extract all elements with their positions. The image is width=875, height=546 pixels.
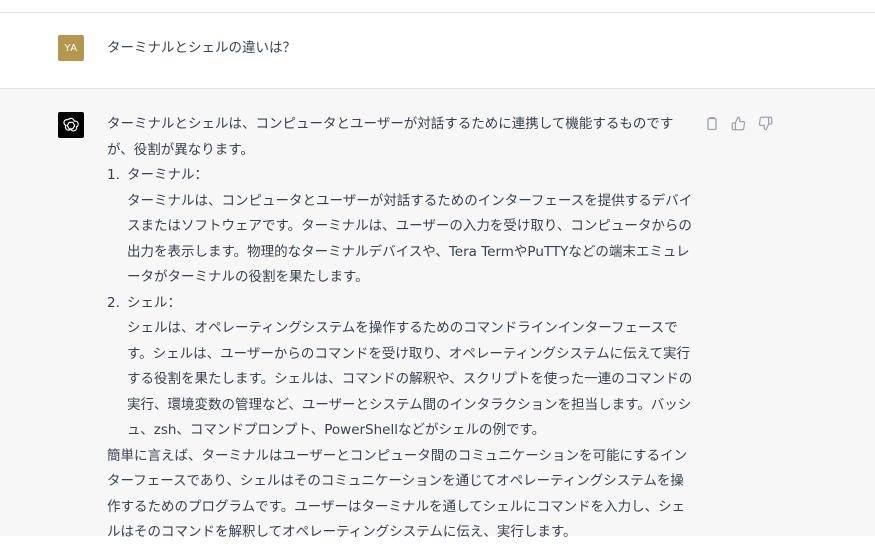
list-item-body: ターミナルは、コンピュータとユーザーが対話するためのインターフェースを提供するデ… bbox=[127, 192, 693, 286]
assistant-message-row: ターミナルとシェルは、コンピュータとユーザーが対話するために連携して機能するもの… bbox=[0, 89, 875, 540]
message-actions bbox=[703, 115, 774, 132]
assistant-avatar bbox=[58, 112, 84, 138]
thumbs-up-icon bbox=[731, 116, 746, 131]
assistant-summary: 簡単に言えば、ターミナルはユーザーとコンピュータ間のコミュニケーションを可能にす… bbox=[107, 447, 688, 541]
thumbs-down-button[interactable] bbox=[757, 115, 774, 132]
list-item-title: シェル： bbox=[127, 294, 181, 311]
openai-logo-icon bbox=[63, 117, 79, 132]
user-avatar: YA bbox=[58, 35, 84, 61]
copy-button[interactable] bbox=[703, 115, 720, 132]
list-item: 1. ターミナル： ターミナルは、コンピュータとユーザーが対話するためのインター… bbox=[107, 163, 697, 291]
list-item-number: 1. bbox=[107, 167, 120, 183]
list-item-title: ターミナル： bbox=[127, 167, 208, 183]
answer-list: 1. ターミナル： ターミナルは、コンピュータとユーザーが対話するためのインター… bbox=[107, 163, 697, 444]
list-item: 2. シェル： シェルは、オペレーティングシステムを操作するためのコマンドライン… bbox=[107, 291, 697, 444]
list-item-body: シェルは、オペレーティングシステムを操作するためのコマンドラインインターフェース… bbox=[127, 320, 693, 438]
assistant-message: ターミナルとシェルは、コンピュータとユーザーが対話するために連携して機能するもの… bbox=[107, 112, 697, 546]
thumbs-down-icon bbox=[758, 116, 773, 131]
list-item-number: 2. bbox=[107, 294, 120, 311]
copy-icon bbox=[706, 116, 717, 131]
user-message-row: YA ターミナルとシェルの違いは？ bbox=[0, 13, 875, 89]
user-message-text: ターミナルとシェルの違いは？ bbox=[107, 40, 296, 56]
top-strip bbox=[0, 0, 875, 13]
assistant-intro: ターミナルとシェルは、コンピュータとユーザーが対話するために連携して機能するもの… bbox=[107, 116, 674, 158]
thumbs-up-button[interactable] bbox=[730, 115, 747, 132]
